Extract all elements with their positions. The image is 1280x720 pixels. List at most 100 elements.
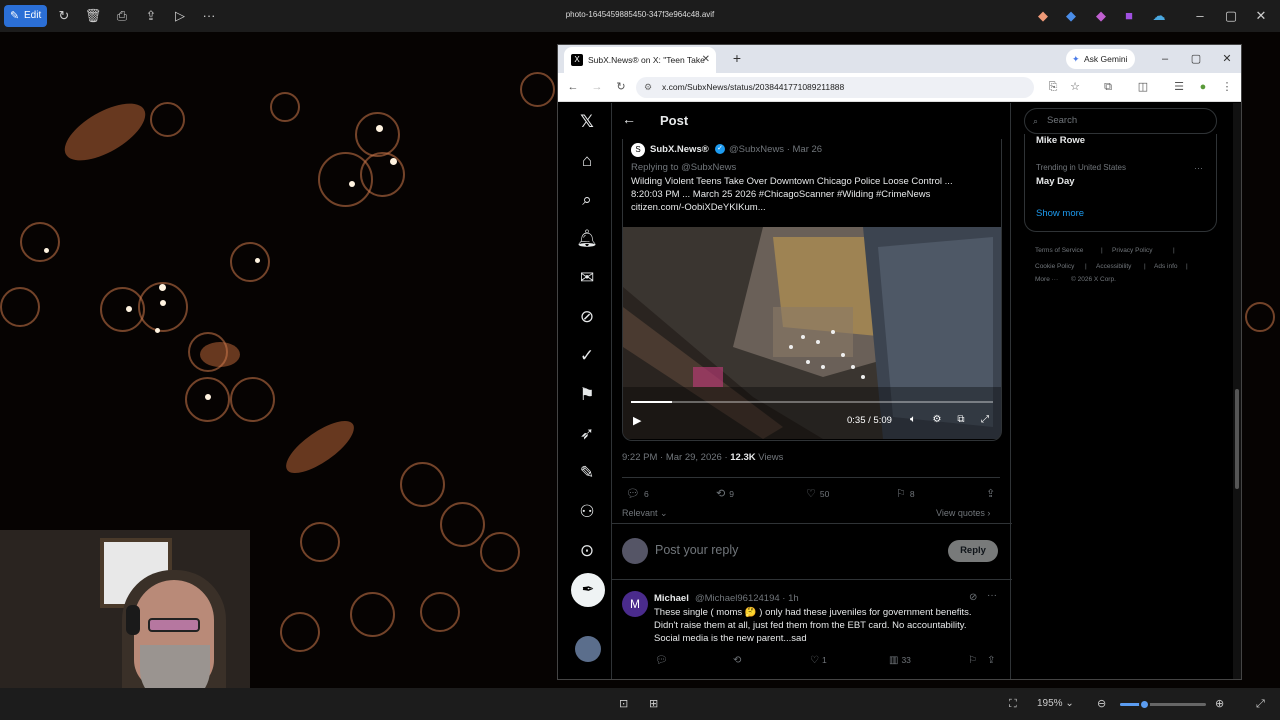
jobs-icon[interactable]: ➶ [575,422,599,446]
comment-avatar[interactable]: M [622,591,648,617]
share-action[interactable]: ⇪ [986,487,999,500]
crop-icon[interactable]: ⊡ [619,696,628,712]
bookmark-icon: ⚐ [896,488,906,500]
back-arrow-icon[interactable]: ← [622,111,636,127]
address-bar[interactable]: ⚙ x.com/SubxNews/status/2038441771089211… [636,77,1034,98]
grok-explain-icon[interactable]: ⊘ [969,592,977,603]
site-info-icon[interactable]: ⚙ [644,77,652,98]
like-action[interactable]: ♡ 50 [806,487,829,500]
browser-menu-icon[interactable]: ⋮ [1218,78,1236,96]
repost-action[interactable]: ⟲ 9 [716,487,734,500]
comment-more-icon[interactable]: ··· [987,590,997,601]
show-more-link[interactable]: Show more [1036,208,1084,219]
picture-in-picture-icon[interactable]: ⧉ [954,413,968,427]
comment-author-name[interactable]: Michael [654,593,689,604]
footer-privacy-link[interactable]: Privacy Policy [1112,247,1152,254]
footer-cookie-link[interactable]: Cookie Policy [1035,263,1074,270]
reload-icon[interactable]: ↻ [612,78,630,96]
copilot-icon[interactable]: ◆ [1033,6,1053,26]
messages-icon[interactable]: ✉ [575,266,599,290]
browser-tab[interactable]: X SubX.News® on X: "Teen Take ✕ [564,47,716,73]
zoom-out-icon[interactable]: ⊖ [1097,696,1106,712]
zoom-in-icon[interactable]: ⊕ [1215,696,1224,712]
compose-post-button[interactable]: ✒ [571,573,605,607]
quoted-text-line[interactable]: citizen.com/-OobiXDeYKIKum... [631,202,766,213]
verified-orgs-icon[interactable]: ✓ [575,344,599,368]
fullscreen-icon[interactable]: ⤢ [978,413,992,427]
browser-minimize-icon[interactable]: – [1155,49,1175,69]
clipchamp-icon[interactable]: ◆ [1091,6,1111,26]
split-view-icon[interactable]: ◫ [1134,78,1152,96]
post-timestamp[interactable]: 9:22 PM · Mar 29, 2026 · [622,452,730,463]
comment-reply-action[interactable]: 💬︎ [655,655,671,666]
notifications-icon[interactable]: 🔔︎ [575,227,599,251]
reply-button[interactable]: Reply [948,540,998,562]
profile-icon[interactable]: ● [1194,78,1212,96]
trend-item[interactable]: Mike Rowe [1036,135,1085,146]
view-quotes-link[interactable]: View quotes › [936,508,990,518]
visual-search-icon[interactable]: ⊞ [649,696,658,712]
comment-share-action[interactable]: ⇪ [987,655,998,666]
trend-more-icon[interactable]: ··· [1194,163,1203,173]
footer-ads-link[interactable]: Ads info [1154,263,1178,270]
ask-gemini-button[interactable]: ✦ Ask Gemini [1066,49,1136,69]
minimize-icon[interactable]: – [1190,6,1210,26]
comment-author-handle[interactable]: @Michael96124194 · 1h [695,593,799,604]
designer-icon[interactable]: ◆ [1061,6,1081,26]
grok-icon[interactable]: ⊘ [575,305,599,329]
search-icon[interactable]: ⌕ [575,188,599,212]
zoom-slider-handle[interactable] [1139,699,1151,710]
comment-like-action[interactable]: ♡ 1 [810,655,827,666]
tab-close-icon[interactable]: ✕ [702,47,710,73]
install-app-icon[interactable]: ⎘ [1044,78,1062,96]
quoted-avatar[interactable]: S [631,143,645,157]
photos-app-icon[interactable]: ■ [1119,6,1139,26]
articles-icon[interactable]: ✎ [575,461,599,485]
page-scrollbar[interactable] [1233,103,1241,679]
browser-close-icon[interactable]: ✕ [1217,49,1237,69]
quoted-post[interactable]: S SubX.News® ✓ @SubxNews · Mar 26 Replyi… [622,139,1002,441]
new-tab-button[interactable]: + [728,49,746,67]
settings-gear-icon[interactable]: ⚙ [930,413,944,427]
home-icon[interactable]: ⌂ [575,149,599,173]
zoom-level-dropdown[interactable]: 195% ⌄ [1037,696,1074,712]
comment-repost-action[interactable]: ⟲ [733,655,744,666]
bookmark-star-icon[interactable]: ☆ [1066,78,1084,96]
trend-item[interactable]: May Day [1036,176,1075,187]
bookmarks-icon[interactable]: ⚑ [575,383,599,407]
comment-views-action[interactable]: ▥ 33 [889,655,911,666]
comment-bookmark-action[interactable]: ⚐ [968,655,980,666]
reading-list-icon[interactable]: ☰ [1170,78,1188,96]
back-icon[interactable]: ← [564,78,582,96]
zoom-slider[interactable] [1120,699,1206,710]
volume-icon[interactable]: 🔈︎ [906,413,920,427]
footer-terms-link[interactable]: Terms of Service [1035,247,1083,254]
reply-avatar [622,538,648,564]
x-logo-icon[interactable]: 𝕏 [575,110,599,134]
maximize-icon[interactable]: ▢ [1221,6,1241,26]
quoted-author-handle[interactable]: @SubxNews · Mar 26 [729,144,822,155]
profile-nav-icon[interactable]: ⚇ [575,500,599,524]
video-progress-bar[interactable] [631,401,993,403]
quoted-author-name[interactable]: SubX.News® [650,144,709,155]
browser-maximize-icon[interactable]: ▢ [1186,49,1206,69]
search-input[interactable]: ⌕ Search [1024,108,1217,134]
footer-accessibility-link[interactable]: Accessibility [1096,263,1131,270]
extensions-icon[interactable]: ⧉ [1099,78,1117,96]
comment-text-line: Didn't raise them at all, just fed them … [654,620,967,631]
footer-more-link[interactable]: More ··· [1035,276,1058,283]
more-nav-icon[interactable]: ⊙ [575,539,599,563]
forward-icon[interactable]: → [588,78,606,96]
reply-input[interactable]: Post your reply [655,543,738,557]
scrollbar-thumb[interactable] [1235,389,1239,489]
sort-replies-dropdown[interactable]: Relevant ⌄ [622,508,668,519]
close-icon[interactable]: ✕ [1251,6,1271,26]
reply-action[interactable]: 💬︎ 6 [626,487,649,500]
play-icon[interactable]: ▶ [633,414,641,427]
account-avatar[interactable] [575,636,601,662]
fullscreen-toggle-icon[interactable]: ⤢ [1256,696,1265,712]
fit-to-window-icon[interactable]: ⛶ [1009,696,1017,712]
video-player[interactable]: ▶ 0:35 / 5:09 🔈︎ ⚙ ⧉ ⤢ [623,227,1001,439]
onedrive-icon[interactable]: ☁ [1149,6,1169,26]
bookmark-action[interactable]: ⚐ 8 [896,487,915,500]
